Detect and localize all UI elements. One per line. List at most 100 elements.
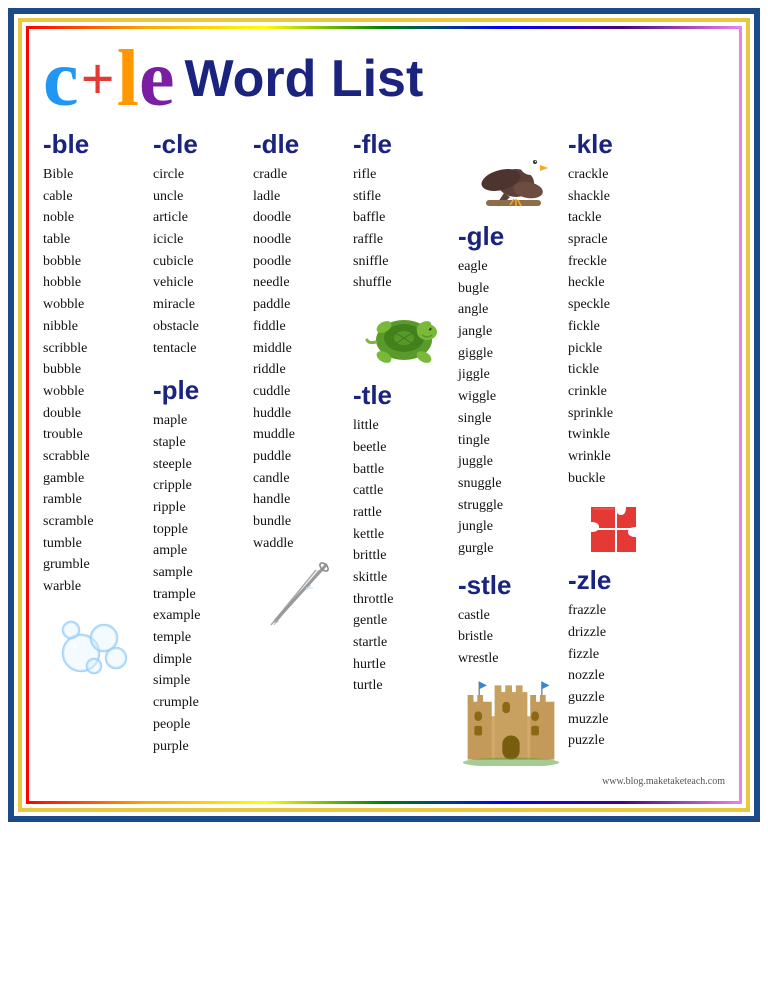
list-item: single bbox=[458, 408, 564, 430]
list-item: topple bbox=[153, 519, 249, 541]
list-item: uncle bbox=[153, 186, 249, 208]
list-item: crinkle bbox=[568, 381, 664, 403]
list-item: nozzle bbox=[568, 665, 664, 687]
list-item: maple bbox=[153, 410, 249, 432]
stle-list: castle bristle wrestle bbox=[458, 605, 564, 670]
list-item: baffle bbox=[353, 207, 454, 229]
list-item: hobble bbox=[43, 272, 149, 294]
zle-list: frazzle drizzle fizzle nozzle guzzle muz… bbox=[568, 600, 664, 752]
list-item: juggle bbox=[458, 451, 564, 473]
list-item: warble bbox=[43, 576, 149, 598]
outer-border: c + l e Word List -ble Bible cable noble… bbox=[8, 8, 760, 822]
list-item: jiggle bbox=[458, 364, 564, 386]
list-item: guzzle bbox=[568, 687, 664, 709]
list-item: trample bbox=[153, 584, 249, 606]
eagle-image bbox=[458, 135, 564, 215]
list-item: fizzle bbox=[568, 644, 664, 666]
list-item: poodle bbox=[253, 251, 349, 273]
list-item: noble bbox=[43, 207, 149, 229]
list-item: gurgle bbox=[458, 538, 564, 560]
list-item: freckle bbox=[568, 251, 664, 273]
list-item: puzzle bbox=[568, 730, 664, 752]
list-item: bubble bbox=[43, 359, 149, 381]
list-item: spracle bbox=[568, 229, 664, 251]
gle-stle-column: -gle eagle bugle angle jangle giggle jig… bbox=[458, 129, 568, 772]
letter-e: e bbox=[139, 39, 175, 119]
list-item: steeple bbox=[153, 454, 249, 476]
list-item: wobble bbox=[43, 381, 149, 403]
list-item: giggle bbox=[458, 343, 564, 365]
list-item: puddle bbox=[253, 446, 349, 468]
ble-header: -ble bbox=[43, 129, 149, 160]
fle-tle-column: -fle rifle stifle baffle raffle sniffle … bbox=[353, 129, 458, 772]
list-item: doodle bbox=[253, 207, 349, 229]
tle-list: little beetle battle cattle rattle kettl… bbox=[353, 415, 454, 697]
bubbles-image bbox=[43, 608, 149, 678]
inner-border: c + l e Word List -ble Bible cable noble… bbox=[18, 18, 750, 812]
list-item: middle bbox=[253, 338, 349, 360]
list-item: muddle bbox=[253, 424, 349, 446]
list-item: ripple bbox=[153, 497, 249, 519]
list-item: wiggle bbox=[458, 386, 564, 408]
needle-image bbox=[253, 560, 349, 630]
footer: www.blog.maketaketeach.com bbox=[43, 776, 725, 787]
list-item: table bbox=[43, 229, 149, 251]
list-item: startle bbox=[353, 632, 454, 654]
list-item: paddle bbox=[253, 294, 349, 316]
list-item: cubicle bbox=[153, 251, 249, 273]
list-item: tumble bbox=[43, 533, 149, 555]
ple-list: maple staple steeple cripple ripple topp… bbox=[153, 410, 249, 757]
list-item: example bbox=[153, 605, 249, 627]
list-item: battle bbox=[353, 459, 454, 481]
list-item: crumple bbox=[153, 692, 249, 714]
list-item: people bbox=[153, 714, 249, 736]
list-item: tingle bbox=[458, 430, 564, 452]
list-item: jangle bbox=[458, 321, 564, 343]
list-item: Bible bbox=[43, 164, 149, 186]
gle-header: -gle bbox=[458, 221, 564, 252]
list-item: sniffle bbox=[353, 251, 454, 273]
list-item: scramble bbox=[43, 511, 149, 533]
kle-header: -kle bbox=[568, 129, 664, 160]
list-item: huddle bbox=[253, 403, 349, 425]
cle-list: circle uncle article icicle cubicle vehi… bbox=[153, 164, 249, 359]
list-item: kettle bbox=[353, 524, 454, 546]
list-item: drizzle bbox=[568, 622, 664, 644]
list-item: buckle bbox=[568, 468, 664, 490]
stle-header: -stle bbox=[458, 570, 564, 601]
list-item: raffle bbox=[353, 229, 454, 251]
list-item: purple bbox=[153, 736, 249, 758]
list-item: skittle bbox=[353, 567, 454, 589]
list-item: speckle bbox=[568, 294, 664, 316]
list-item: crackle bbox=[568, 164, 664, 186]
dle-list: cradle ladle doodle noodle poodle needle… bbox=[253, 164, 349, 554]
letter-l: l bbox=[117, 39, 139, 119]
list-item: candle bbox=[253, 468, 349, 490]
list-item: double bbox=[43, 403, 149, 425]
list-item: tickle bbox=[568, 359, 664, 381]
list-item: trouble bbox=[43, 424, 149, 446]
list-item: turtle bbox=[353, 675, 454, 697]
list-item: wrinkle bbox=[568, 446, 664, 468]
cle-ple-column: -cle circle uncle article icicle cubicle… bbox=[153, 129, 253, 772]
list-item: angle bbox=[458, 299, 564, 321]
list-item: gentle bbox=[353, 610, 454, 632]
header: c + l e Word List bbox=[43, 39, 725, 119]
list-item: needle bbox=[253, 272, 349, 294]
list-item: snuggle bbox=[458, 473, 564, 495]
letter-plus: + bbox=[81, 49, 115, 109]
list-item: pickle bbox=[568, 338, 664, 360]
kle-zle-column: -kle crackle shackle tackle spracle frec… bbox=[568, 129, 668, 772]
list-item: handle bbox=[253, 489, 349, 511]
fle-header: -fle bbox=[353, 129, 454, 160]
list-item: frazzle bbox=[568, 600, 664, 622]
list-item: eagle bbox=[458, 256, 564, 278]
list-item: cuddle bbox=[253, 381, 349, 403]
list-item: scrabble bbox=[43, 446, 149, 468]
list-item: cattle bbox=[353, 480, 454, 502]
header-letters: c + l e bbox=[43, 39, 174, 119]
list-item: article bbox=[153, 207, 249, 229]
list-item: little bbox=[353, 415, 454, 437]
list-item: jungle bbox=[458, 516, 564, 538]
list-item: grumble bbox=[43, 554, 149, 576]
